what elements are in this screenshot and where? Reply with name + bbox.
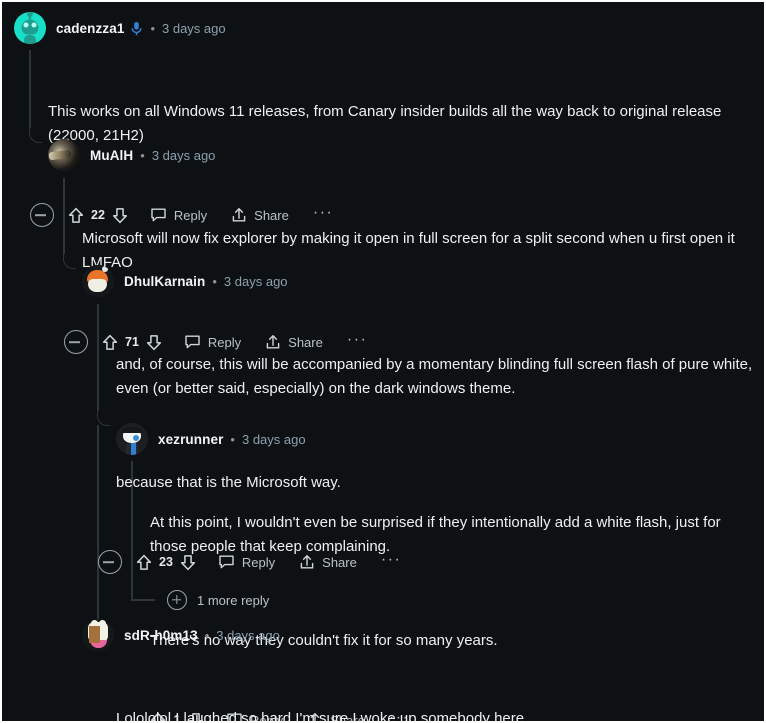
- avatar-necktie: [131, 443, 137, 455]
- comment-thread-frame: cadenzza1 • 3 days ago This works on all…: [0, 0, 766, 723]
- avatar[interactable]: [82, 265, 114, 297]
- avatar-eye: [132, 434, 139, 441]
- comment-header: xezrunner • 3 days ago: [116, 419, 764, 459]
- avatar-ear-right: [99, 619, 107, 631]
- meta-separator: •: [230, 431, 235, 447]
- comment-timestamp: 3 days ago: [241, 431, 306, 447]
- avatar-door: [89, 626, 100, 643]
- comment-sdr-h0m13[interactable]: sdR-h0m13 • 3 days ago Lolololol I laugh…: [2, 615, 764, 723]
- comment-header: DhulKarnain • 3 days ago: [82, 261, 764, 301]
- avatar[interactable]: [14, 12, 46, 44]
- avatar[interactable]: [116, 423, 148, 455]
- comment-timestamp: 3 days ago: [216, 627, 280, 643]
- meta-separator: •: [140, 147, 145, 163]
- comment-author[interactable]: DhulKarnain: [124, 274, 205, 289]
- meta-separator: •: [204, 627, 210, 643]
- more-replies-expander[interactable]: 1 more reply: [167, 583, 269, 617]
- comment-timestamp: 3 days ago: [162, 20, 226, 36]
- comment-author[interactable]: xezrunner: [158, 432, 223, 447]
- meta-separator: •: [212, 273, 217, 289]
- comment-timestamp: 3 days ago: [223, 273, 288, 289]
- comment-author[interactable]: cadenzza1: [56, 21, 124, 36]
- comment-body: Lolololol I laughed so hard I'm sure I w…: [116, 659, 764, 723]
- comment-timestamp: 3 days ago: [151, 147, 216, 163]
- snoo-antenna-icon: [27, 12, 33, 23]
- meta-separator: •: [150, 20, 155, 36]
- comment-header: cadenzza1 • 3 days ago: [14, 8, 764, 48]
- comment-paragraph: and, of course, this will be accompanied…: [116, 356, 753, 397]
- plus-circle-icon[interactable]: [167, 590, 187, 610]
- snoo-eyes-icon: [23, 22, 37, 28]
- comment-header: sdR-h0m13 • 3 days ago: [82, 615, 764, 655]
- comment-paragraph: At this point, I wouldn't even be surpri…: [150, 514, 721, 555]
- comment-author[interactable]: MuAlH: [90, 148, 133, 163]
- avatar[interactable]: [48, 139, 80, 171]
- comment-author[interactable]: sdR-h0m13: [124, 628, 198, 643]
- comment-header: MuAlH • 3 days ago: [48, 135, 764, 175]
- avatar[interactable]: [82, 619, 114, 651]
- comment-thread-scroll-area[interactable]: cadenzza1 • 3 days ago This works on all…: [2, 2, 764, 723]
- avatar-hair: [122, 426, 142, 434]
- microphone-icon: [130, 21, 143, 36]
- more-replies-label: 1 more reply: [197, 592, 270, 608]
- comment-paragraph: Lolololol I laughed so hard I'm sure I w…: [116, 710, 525, 723]
- avatar-accent-dot: [101, 265, 108, 272]
